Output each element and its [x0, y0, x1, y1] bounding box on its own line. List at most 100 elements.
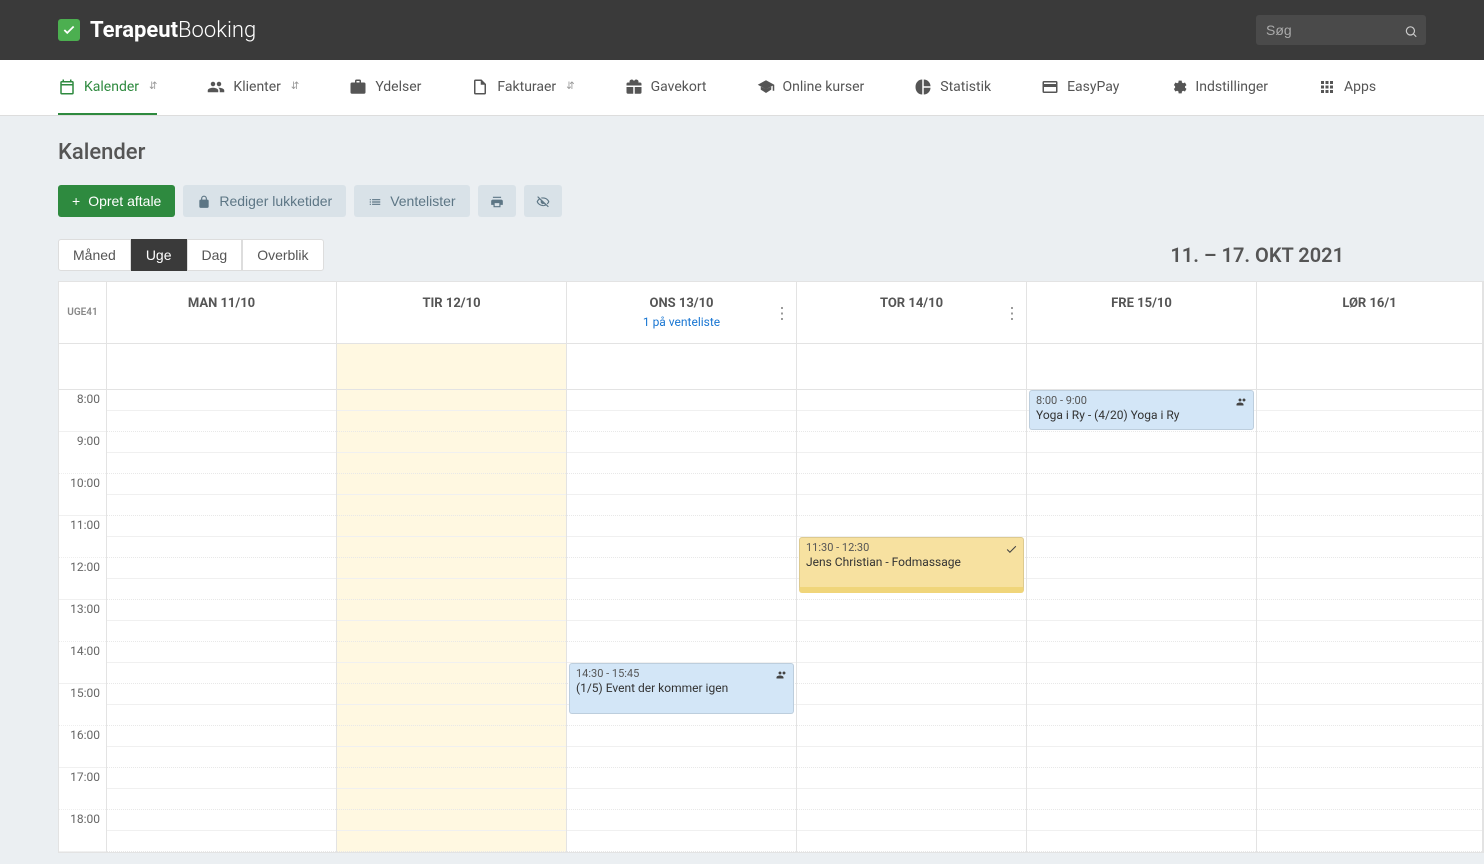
nav-label: Fakturaer: [497, 79, 556, 95]
day-col-sat[interactable]: [1257, 390, 1483, 852]
btn-label: Opret aftale: [88, 193, 161, 209]
edit-closing-times-button[interactable]: Rediger lukketider: [183, 185, 346, 217]
time-label: 8:00: [59, 390, 106, 432]
nav-easypay[interactable]: EasyPay: [1041, 60, 1119, 115]
waiting-list-link[interactable]: 1 på venteliste: [573, 315, 790, 329]
day-head-thu[interactable]: TOR 14/10 ⋮: [797, 282, 1027, 343]
time-label: 15:00: [59, 684, 106, 726]
calendar-icon: [58, 76, 76, 97]
topbar: TerapeutBooking: [0, 0, 1484, 60]
all-day-cell[interactable]: [797, 344, 1027, 389]
document-icon: [471, 76, 489, 97]
logo[interactable]: TerapeutBooking: [58, 18, 256, 43]
event-title: (1/5) Event der kommer igen: [576, 681, 787, 695]
calendar: UGE41 MAN 11/10 TIR 12/10 ONS 13/10 1 på…: [58, 281, 1484, 853]
view-month-button[interactable]: Måned: [58, 239, 131, 271]
view-switcher: Måned Uge Dag Overblik: [58, 239, 324, 271]
content: Kalender + Opret aftale Rediger lukketid…: [0, 116, 1484, 853]
nav-label: Online kurser: [783, 79, 865, 95]
nav-fakturaer[interactable]: Fakturaer ⇵: [471, 60, 574, 115]
day-col-thu[interactable]: 11:30 - 12:30 Jens Christian - Fodmassag…: [797, 390, 1027, 852]
nav-label: Apps: [1344, 79, 1376, 95]
caret-icon: ⇵: [566, 81, 574, 92]
day-col-tue[interactable]: [337, 390, 567, 852]
time-column: 8:00 9:00 10:00 11:00 12:00 13:00 14:00 …: [59, 390, 107, 852]
btn-label: Rediger lukketider: [219, 193, 332, 209]
print-button[interactable]: [478, 185, 516, 217]
all-day-cell[interactable]: [107, 344, 337, 389]
time-label: 11:00: [59, 516, 106, 558]
all-day-cell[interactable]: [1257, 344, 1483, 389]
apps-icon: [1318, 76, 1336, 97]
nav-onlinekurser[interactable]: Online kurser: [757, 60, 865, 115]
create-appointment-button[interactable]: + Opret aftale: [58, 185, 175, 217]
list-icon: [368, 193, 382, 209]
day-menu-icon[interactable]: ⋮: [1004, 303, 1020, 322]
event-title: Yoga i Ry - (4/20) Yoga i Ry: [1036, 408, 1247, 422]
search-input[interactable]: [1256, 15, 1426, 45]
pie-icon: [914, 76, 932, 97]
gear-icon: [1169, 76, 1187, 97]
print-icon: [490, 193, 504, 209]
day-head-wed[interactable]: ONS 13/10 1 på venteliste ⋮: [567, 282, 797, 343]
view-week-button[interactable]: Uge: [131, 239, 187, 271]
nav-label: Kalender: [84, 79, 139, 95]
all-day-cell[interactable]: [337, 344, 567, 389]
day-head-mon[interactable]: MAN 11/10: [107, 282, 337, 343]
group-icon: [1236, 394, 1248, 408]
search-box: [1256, 15, 1426, 45]
card-icon: [1041, 76, 1059, 97]
calendar-event[interactable]: 8:00 - 9:00 Yoga i Ry - (4/20) Yoga i Ry: [1029, 390, 1254, 430]
all-day-row: [59, 344, 1483, 390]
brand-light: Booking: [178, 18, 256, 43]
visibility-button[interactable]: [524, 185, 562, 217]
day-menu-icon[interactable]: ⋮: [774, 303, 790, 322]
nav-label: Statistik: [940, 79, 991, 95]
time-label: 17:00: [59, 768, 106, 810]
nav-kalender[interactable]: Kalender ⇵: [58, 60, 157, 115]
day-col-mon[interactable]: [107, 390, 337, 852]
week-number: UGE41: [59, 282, 107, 343]
view-day-button[interactable]: Dag: [187, 239, 243, 271]
logo-check-icon: [58, 19, 80, 41]
event-time: 8:00 - 9:00: [1036, 394, 1247, 407]
group-icon: [776, 667, 788, 681]
time-label: 12:00: [59, 558, 106, 600]
people-icon: [207, 76, 225, 97]
nav-label: Ydelser: [375, 79, 421, 95]
day-head-tue[interactable]: TIR 12/10: [337, 282, 567, 343]
nav-klienter[interactable]: Klienter ⇵: [207, 60, 299, 115]
caret-icon: ⇵: [291, 81, 299, 92]
nav-indstillinger[interactable]: Indstillinger: [1169, 60, 1268, 115]
nav-statistik[interactable]: Statistik: [914, 60, 991, 115]
time-label: 14:00: [59, 642, 106, 684]
graduation-icon: [757, 76, 775, 97]
event-time: 11:30 - 12:30: [806, 541, 1017, 554]
nav-label: EasyPay: [1067, 79, 1119, 95]
day-col-wed[interactable]: 14:30 - 15:45 (1/5) Event der kommer ige…: [567, 390, 797, 852]
brand-strong: Terapeut: [90, 18, 178, 43]
nav-ydelser[interactable]: Ydelser: [349, 60, 421, 115]
calendar-body: 8:00 9:00 10:00 11:00 12:00 13:00 14:00 …: [59, 390, 1483, 852]
day-col-fri[interactable]: 8:00 - 9:00 Yoga i Ry - (4/20) Yoga i Ry: [1027, 390, 1257, 852]
day-head-sat[interactable]: LØR 16/1: [1257, 282, 1483, 343]
calendar-event[interactable]: 14:30 - 15:45 (1/5) Event der kommer ige…: [569, 663, 794, 714]
time-label: 18:00: [59, 810, 106, 852]
nav-gavekort[interactable]: Gavekort: [625, 60, 707, 115]
navbar: Kalender ⇵ Klienter ⇵ Ydelser Fakturaer …: [0, 60, 1484, 116]
view-overview-button[interactable]: Overblik: [242, 239, 323, 271]
event-time: 14:30 - 15:45: [576, 667, 787, 680]
search-icon[interactable]: [1404, 21, 1418, 40]
all-day-cell[interactable]: [567, 344, 797, 389]
plus-icon: +: [72, 193, 80, 209]
check-icon: [1005, 541, 1018, 555]
all-day-cell[interactable]: [1027, 344, 1257, 389]
calendar-event[interactable]: 11:30 - 12:30 Jens Christian - Fodmassag…: [799, 537, 1024, 593]
btn-label: Ventelister: [390, 193, 455, 209]
day-head-fri[interactable]: FRE 15/10: [1027, 282, 1257, 343]
time-label: 16:00: [59, 726, 106, 768]
waiting-lists-button[interactable]: Ventelister: [354, 185, 469, 217]
page-title: Kalender: [58, 140, 1484, 165]
nav-apps[interactable]: Apps: [1318, 60, 1376, 115]
date-range: 11. – 17. OKT 2021: [1170, 243, 1344, 267]
